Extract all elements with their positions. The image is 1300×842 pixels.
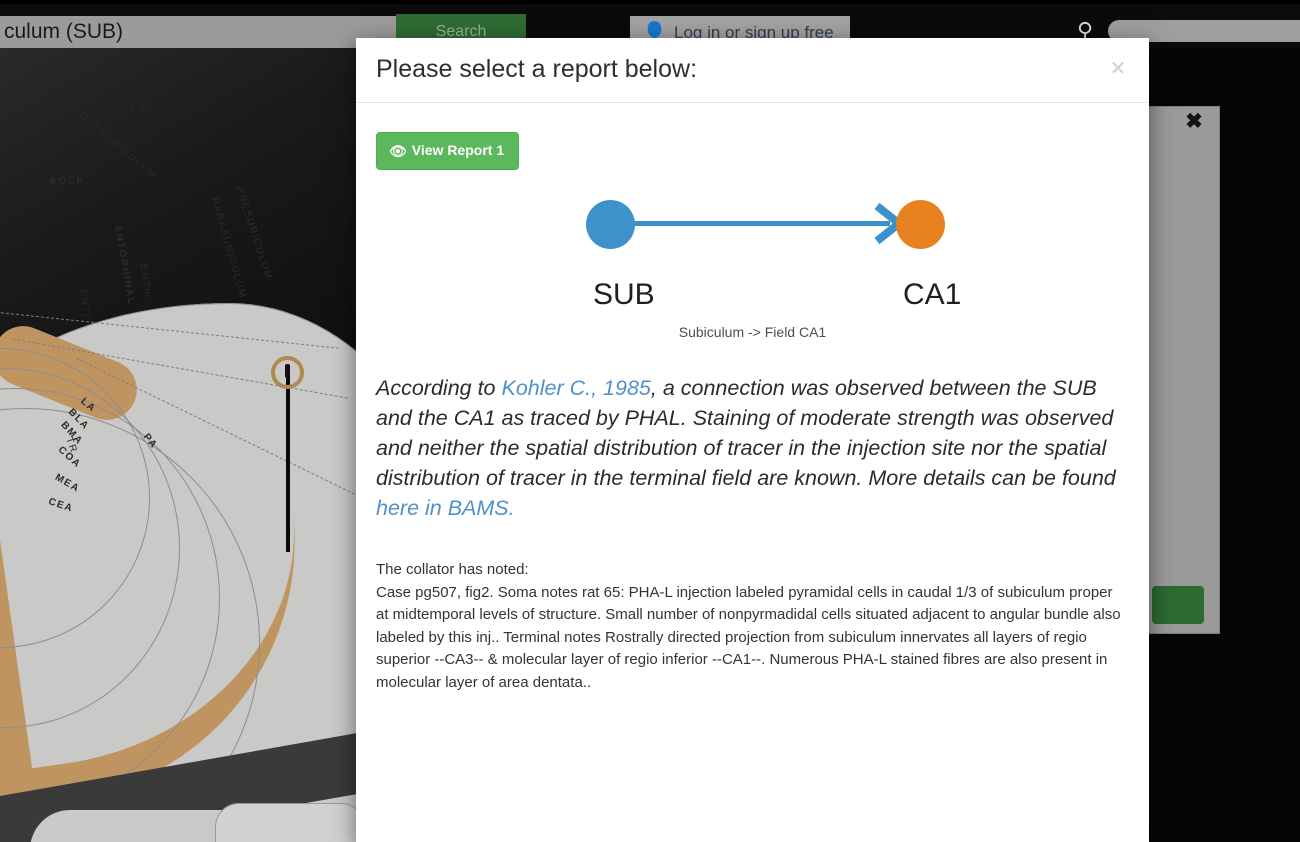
bams-link[interactable]: here in BAMS. xyxy=(376,496,515,520)
target-node-label: CA1 xyxy=(903,278,962,311)
report-button-group: 👁 View Report 1 xyxy=(376,132,1129,170)
source-node-label: SUB xyxy=(593,278,655,311)
report-selection-modal: Please select a report below: ✕ 👁 View Re… xyxy=(356,38,1149,842)
modal-header: Please select a report below: ✕ xyxy=(356,38,1149,103)
atlas-dark-region xyxy=(0,48,356,348)
narrative-prefix: According to xyxy=(376,376,502,400)
screen-root: culum (SUB) Search 👤 Log in or sign up f… xyxy=(0,0,1300,842)
connection-arrow xyxy=(628,221,890,226)
citation-link[interactable]: Kohler C., 1985 xyxy=(501,376,650,400)
hidden-side-panel xyxy=(1148,106,1220,634)
search-input[interactable]: culum (SUB) xyxy=(0,16,400,48)
connection-diagram: SUB CA1 Subiculum -> Field CA1 xyxy=(376,200,1129,360)
atlas-region-label: ★OCP xyxy=(48,176,85,187)
atlas-probe-line xyxy=(286,370,290,552)
connection-caption: Subiculum -> Field CA1 xyxy=(678,324,827,340)
modal-title: Please select a report below: xyxy=(376,55,698,83)
close-icon[interactable]: ✕ xyxy=(1107,58,1129,80)
eye-icon: 👁 xyxy=(389,143,407,159)
target-node[interactable] xyxy=(896,200,945,249)
modal-body: 👁 View Report 1 SUB CA1 Subiculum -> Fiel… xyxy=(356,103,1149,694)
atlas-lower-sheet-2 xyxy=(215,803,356,842)
collator-notes: Case pg507, fig2. Soma notes rat 65: PHA… xyxy=(376,583,1121,691)
brain-atlas-viewer[interactable]: CA 2 ★OCP POSTSUBICULUM PRESUBICULUM PARASUB… xyxy=(0,48,356,842)
view-report-1-button[interactable]: 👁 View Report 1 xyxy=(376,132,520,170)
atlas-injection-dot xyxy=(285,364,290,378)
narrative-paragraph: According to Kohler C., 1985, a connecti… xyxy=(376,374,1129,523)
view-report-1-label: View Report 1 xyxy=(411,142,505,158)
collator-heading: The collator has noted: xyxy=(376,561,529,579)
hidden-panel-close-icon[interactable]: ✖ xyxy=(1182,110,1206,134)
hidden-panel-action-button[interactable] xyxy=(1152,586,1204,624)
